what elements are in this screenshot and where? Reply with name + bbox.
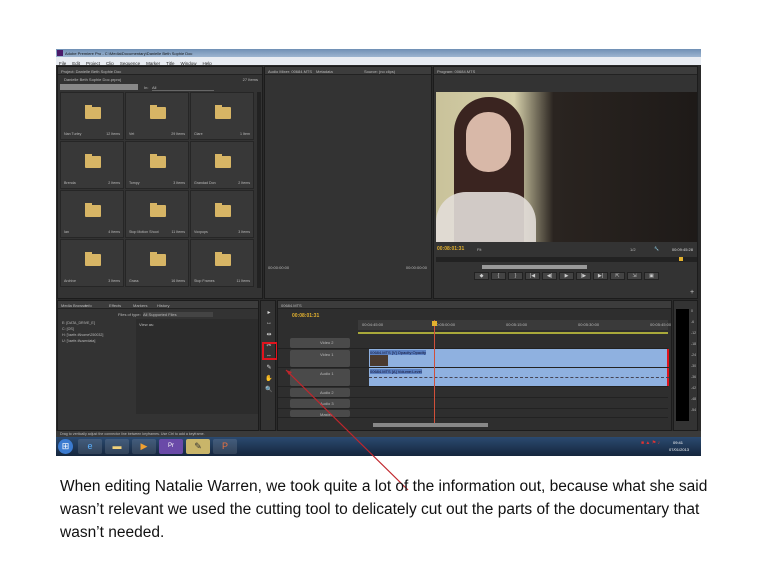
slide-caption: When editing Natalie Warren, we took qui… (60, 478, 708, 541)
